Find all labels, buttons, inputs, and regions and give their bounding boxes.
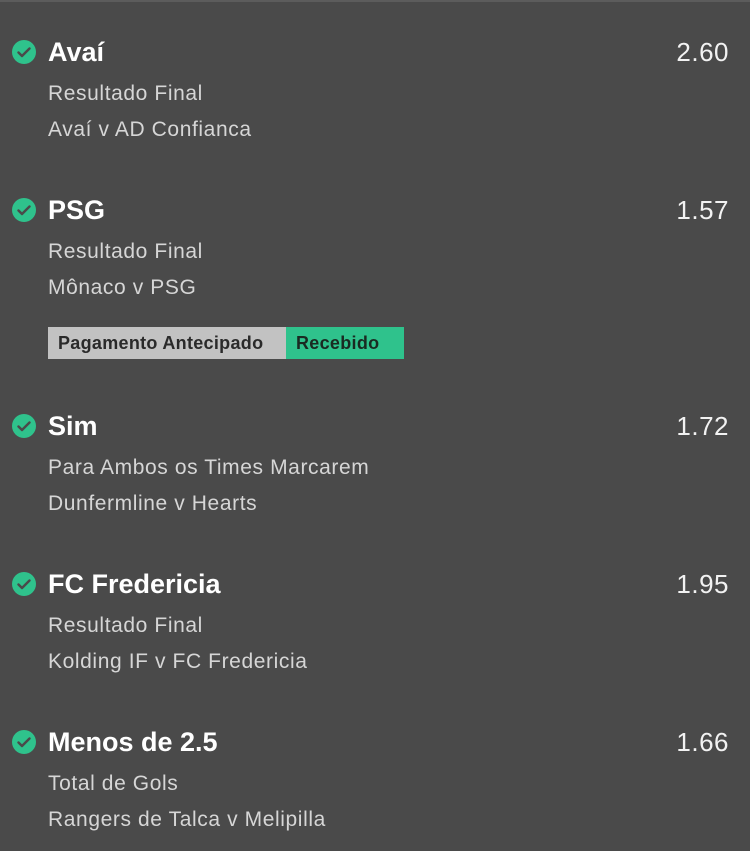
- selection-name: Avaí: [48, 37, 105, 67]
- early-payout-label: Pagamento Antecipado: [48, 327, 286, 359]
- event-name: Rangers de Talca v Melipilla: [48, 808, 326, 831]
- check-circle-icon: [12, 40, 36, 64]
- selection-name: Menos de 2.5: [48, 727, 218, 757]
- selection-odds: 1.66: [676, 727, 729, 757]
- selection-odds: 1.57: [676, 195, 729, 225]
- event-name: Mônaco v PSG: [48, 276, 197, 299]
- selection-odds: 1.95: [676, 569, 729, 599]
- check-circle-icon: [12, 198, 36, 222]
- event-name: Avaí v AD Confianca: [48, 118, 252, 141]
- check-circle-icon: [12, 572, 36, 596]
- check-circle-icon: [12, 414, 36, 438]
- early-payout-status: Recebido: [286, 327, 404, 359]
- selection-odds: 1.72: [676, 411, 729, 441]
- market-name: Resultado Final: [48, 614, 203, 637]
- market-name: Resultado Final: [48, 82, 203, 105]
- check-circle-icon: [12, 730, 36, 754]
- selection-odds: 2.60: [676, 37, 729, 67]
- event-name: Dunfermline v Hearts: [48, 492, 258, 515]
- selection-name: Sim: [48, 411, 98, 441]
- market-name: Para Ambos os Times Marcarem: [48, 456, 370, 479]
- top-divider: [0, 0, 750, 2]
- selection-name: PSG: [48, 195, 106, 225]
- market-name: Resultado Final: [48, 240, 203, 263]
- selection-name: FC Fredericia: [48, 569, 221, 599]
- early-payout-badge: Pagamento Antecipado Recebido: [48, 327, 404, 359]
- market-name: Total de Gols: [48, 772, 179, 795]
- event-name: Kolding IF v FC Fredericia: [48, 650, 308, 673]
